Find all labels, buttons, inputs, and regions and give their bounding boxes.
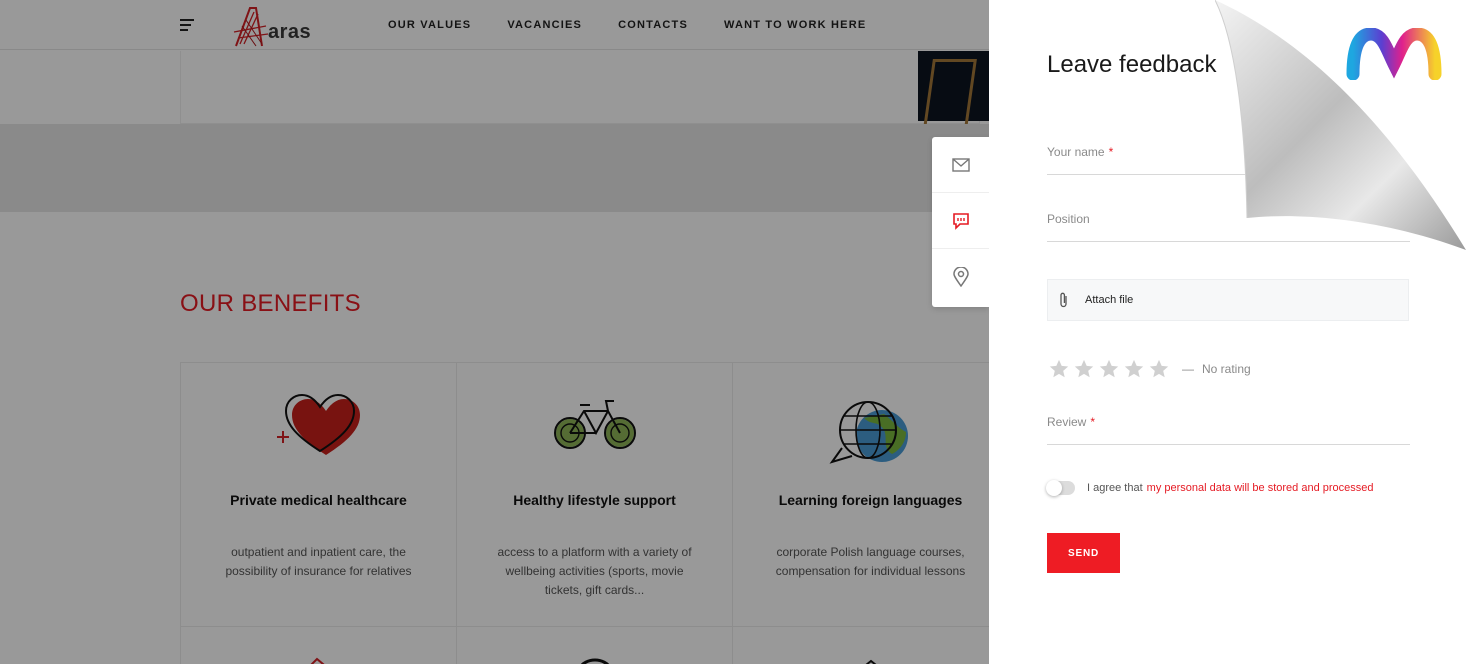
consent-row: I agree that my personal data will be st… [1046,480,1374,496]
star-icon[interactable] [1047,358,1071,380]
toggle-knob [1046,480,1062,496]
consent-toggle[interactable] [1046,480,1075,496]
mail-icon [951,157,970,172]
mail-button[interactable] [932,137,989,193]
star-icon[interactable] [1122,358,1146,380]
star-icon[interactable] [1097,358,1121,380]
modal-overlay[interactable] [0,0,989,664]
send-button[interactable]: SEND [1047,533,1120,573]
star-icon[interactable] [1072,358,1096,380]
chat-icon [952,212,969,230]
consent-link[interactable]: my personal data will be stored and proc… [1147,482,1374,494]
side-contact-widget [932,137,989,307]
background-page: aras OUR VALUES VACANCIES CONTACTS WANT … [0,0,989,664]
brand-m-logo-icon [1346,28,1442,80]
feedback-title: Leave feedback [1047,51,1217,78]
review-input[interactable] [1047,415,1410,444]
attach-file-button[interactable]: Attach file [1047,279,1409,321]
rating-dash: — [1182,362,1194,376]
rating-status: No rating [1202,362,1251,376]
location-icon [952,267,969,287]
location-button[interactable] [932,249,989,305]
attach-file-label: Attach file [1085,294,1134,306]
review-field[interactable]: Review * [1047,415,1410,445]
star-rating: — No rating [1047,358,1251,380]
chat-button[interactable] [932,193,989,249]
consent-text: I agree that [1087,482,1143,494]
star-icon[interactable] [1147,358,1171,380]
paperclip-icon [1060,292,1067,308]
